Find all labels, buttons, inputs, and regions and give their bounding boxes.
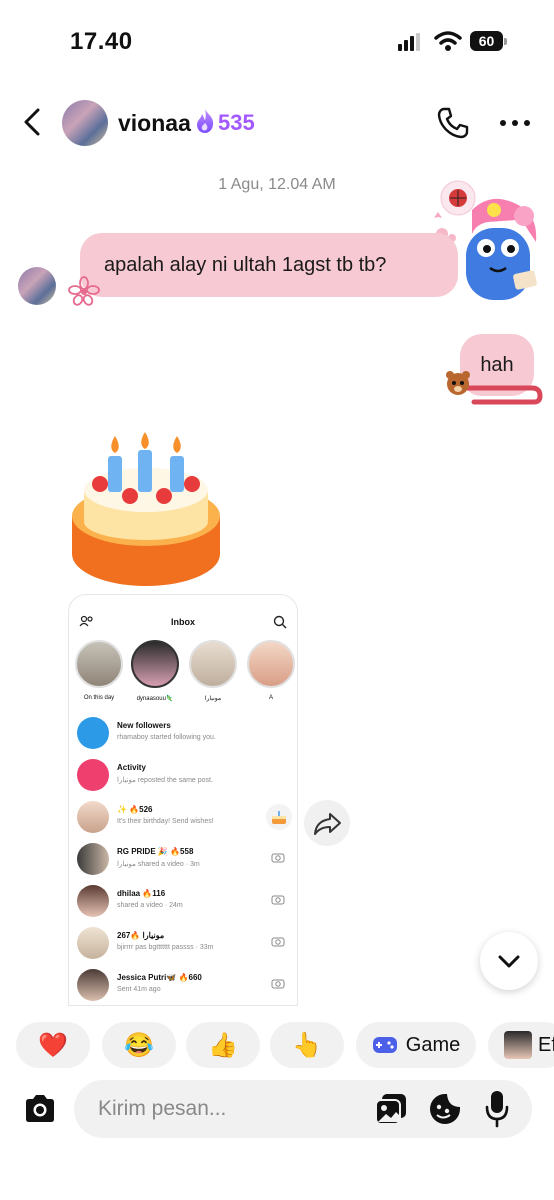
sticker-icon[interactable]	[428, 1092, 462, 1126]
row-title: dhilaa 🔥116	[117, 889, 166, 898]
thumbs-up-emoji: 👍	[208, 1031, 238, 1059]
story-avatar	[131, 640, 179, 688]
search-icon	[273, 615, 287, 629]
share-button[interactable]	[304, 800, 350, 846]
back-icon[interactable]	[18, 106, 46, 138]
contact-avatar[interactable]	[62, 100, 108, 146]
story-label: dynaasouu🦎	[136, 696, 174, 702]
chevron-down-icon	[498, 955, 520, 968]
streak-count: 535	[218, 110, 255, 135]
inbox-row: Jessica Putri🦋 🔥660 Sent 41m ago	[77, 965, 289, 1005]
peer-avatar[interactable]	[18, 267, 56, 305]
camera-icon	[271, 979, 285, 989]
story-label: A	[268, 695, 273, 701]
effects-label: Ef	[538, 1033, 554, 1056]
gallery-icon[interactable]	[374, 1092, 408, 1126]
row-title: مونيارا 🔥267	[117, 931, 165, 940]
flower-icon	[68, 276, 100, 306]
inbox-row: ✨ 🔥526 It's their birthday! Send wishes!	[77, 797, 289, 837]
row-subtitle: مونيارا shared a video · 3m	[117, 861, 200, 868]
row-subtitle: rhamaboy started following you.	[117, 734, 216, 741]
inbox-row: مونيارا 🔥267 bjirrrr pas bgttttttt passs…	[77, 923, 289, 963]
inbox-row: New followers rhamaboy started following…	[77, 713, 289, 753]
battery-level: 60	[470, 31, 503, 51]
gamepad-icon	[372, 1037, 397, 1053]
status-time: 17.40	[70, 28, 133, 55]
inbox-title: Inbox	[171, 617, 195, 627]
camera-icon	[271, 853, 285, 863]
story-label: On this day	[83, 695, 115, 701]
reaction-laugh[interactable]: 😂	[102, 1022, 176, 1068]
signal-icon	[398, 33, 420, 51]
phone-icon[interactable]	[436, 106, 470, 140]
heart-emoji: ❤️	[38, 1031, 68, 1059]
cake-mini-icon	[266, 804, 292, 830]
wifi-icon	[434, 31, 462, 51]
row-title: Activity	[117, 763, 146, 772]
game-label: Game	[405, 1033, 461, 1056]
row-subtitle: bjirrrr pas bgttttttt passss · 33m	[117, 944, 214, 951]
inbox-row: dhilaa 🔥116 shared a video · 24m	[77, 881, 289, 921]
game-chip[interactable]: Game	[356, 1022, 476, 1068]
bear-bubble-decor	[446, 371, 543, 405]
effects-chip[interactable]: Ef	[488, 1022, 554, 1068]
row-title: New followers	[117, 721, 171, 730]
inbox-row: RG PRIDE 🎉 🔥558 مونيارا shared a video ·…	[77, 839, 289, 879]
camera-icon	[271, 937, 285, 947]
message-placeholder: Kirim pesan...	[98, 1097, 227, 1120]
laugh-emoji: 😂	[124, 1031, 154, 1059]
row-subtitle: Sent 41m ago	[117, 986, 161, 993]
row-title: Jessica Putri🦋 🔥660	[117, 973, 202, 982]
row-title: ✨ 🔥526	[117, 805, 153, 814]
reaction-thumbs-up[interactable]: 👍	[186, 1022, 260, 1068]
row-subtitle: مونيارا reposted the same post.	[117, 777, 213, 784]
story-avatar	[75, 640, 123, 688]
birthday-cake-sticker	[72, 432, 220, 586]
story-avatar	[189, 640, 237, 688]
incoming-message[interactable]: apalah alay ni ultah 1agst tb tb?	[80, 233, 458, 297]
effect-thumbnail	[504, 1031, 532, 1059]
camera-icon[interactable]	[22, 1092, 58, 1126]
story-label: مونيارا	[204, 696, 222, 702]
mic-icon[interactable]	[484, 1090, 510, 1128]
shared-inbox-screenshot[interactable]: Inbox On this day dynaasouu🦎 مونيارا A N…	[68, 594, 298, 1006]
more-icon[interactable]	[498, 118, 532, 128]
share-arrow-icon	[314, 813, 341, 835]
row-title: RG PRIDE 🎉 🔥558	[117, 847, 194, 856]
reaction-heart[interactable]: ❤️	[16, 1022, 90, 1068]
camera-icon	[271, 895, 285, 905]
reaction-point[interactable]: 👆	[270, 1022, 344, 1068]
scroll-down-button[interactable]	[480, 932, 538, 990]
story-avatar	[247, 640, 295, 688]
row-subtitle: shared a video · 24m	[117, 902, 183, 909]
contact-name[interactable]: vionaa	[118, 110, 191, 137]
point-emoji: 👆	[292, 1031, 322, 1059]
battery-icon: 60	[470, 30, 508, 52]
inbox-row: Activity مونيارا reposted the same post.	[77, 755, 289, 795]
row-subtitle: It's their birthday! Send wishes!	[117, 818, 214, 825]
flame-icon	[197, 109, 214, 133]
